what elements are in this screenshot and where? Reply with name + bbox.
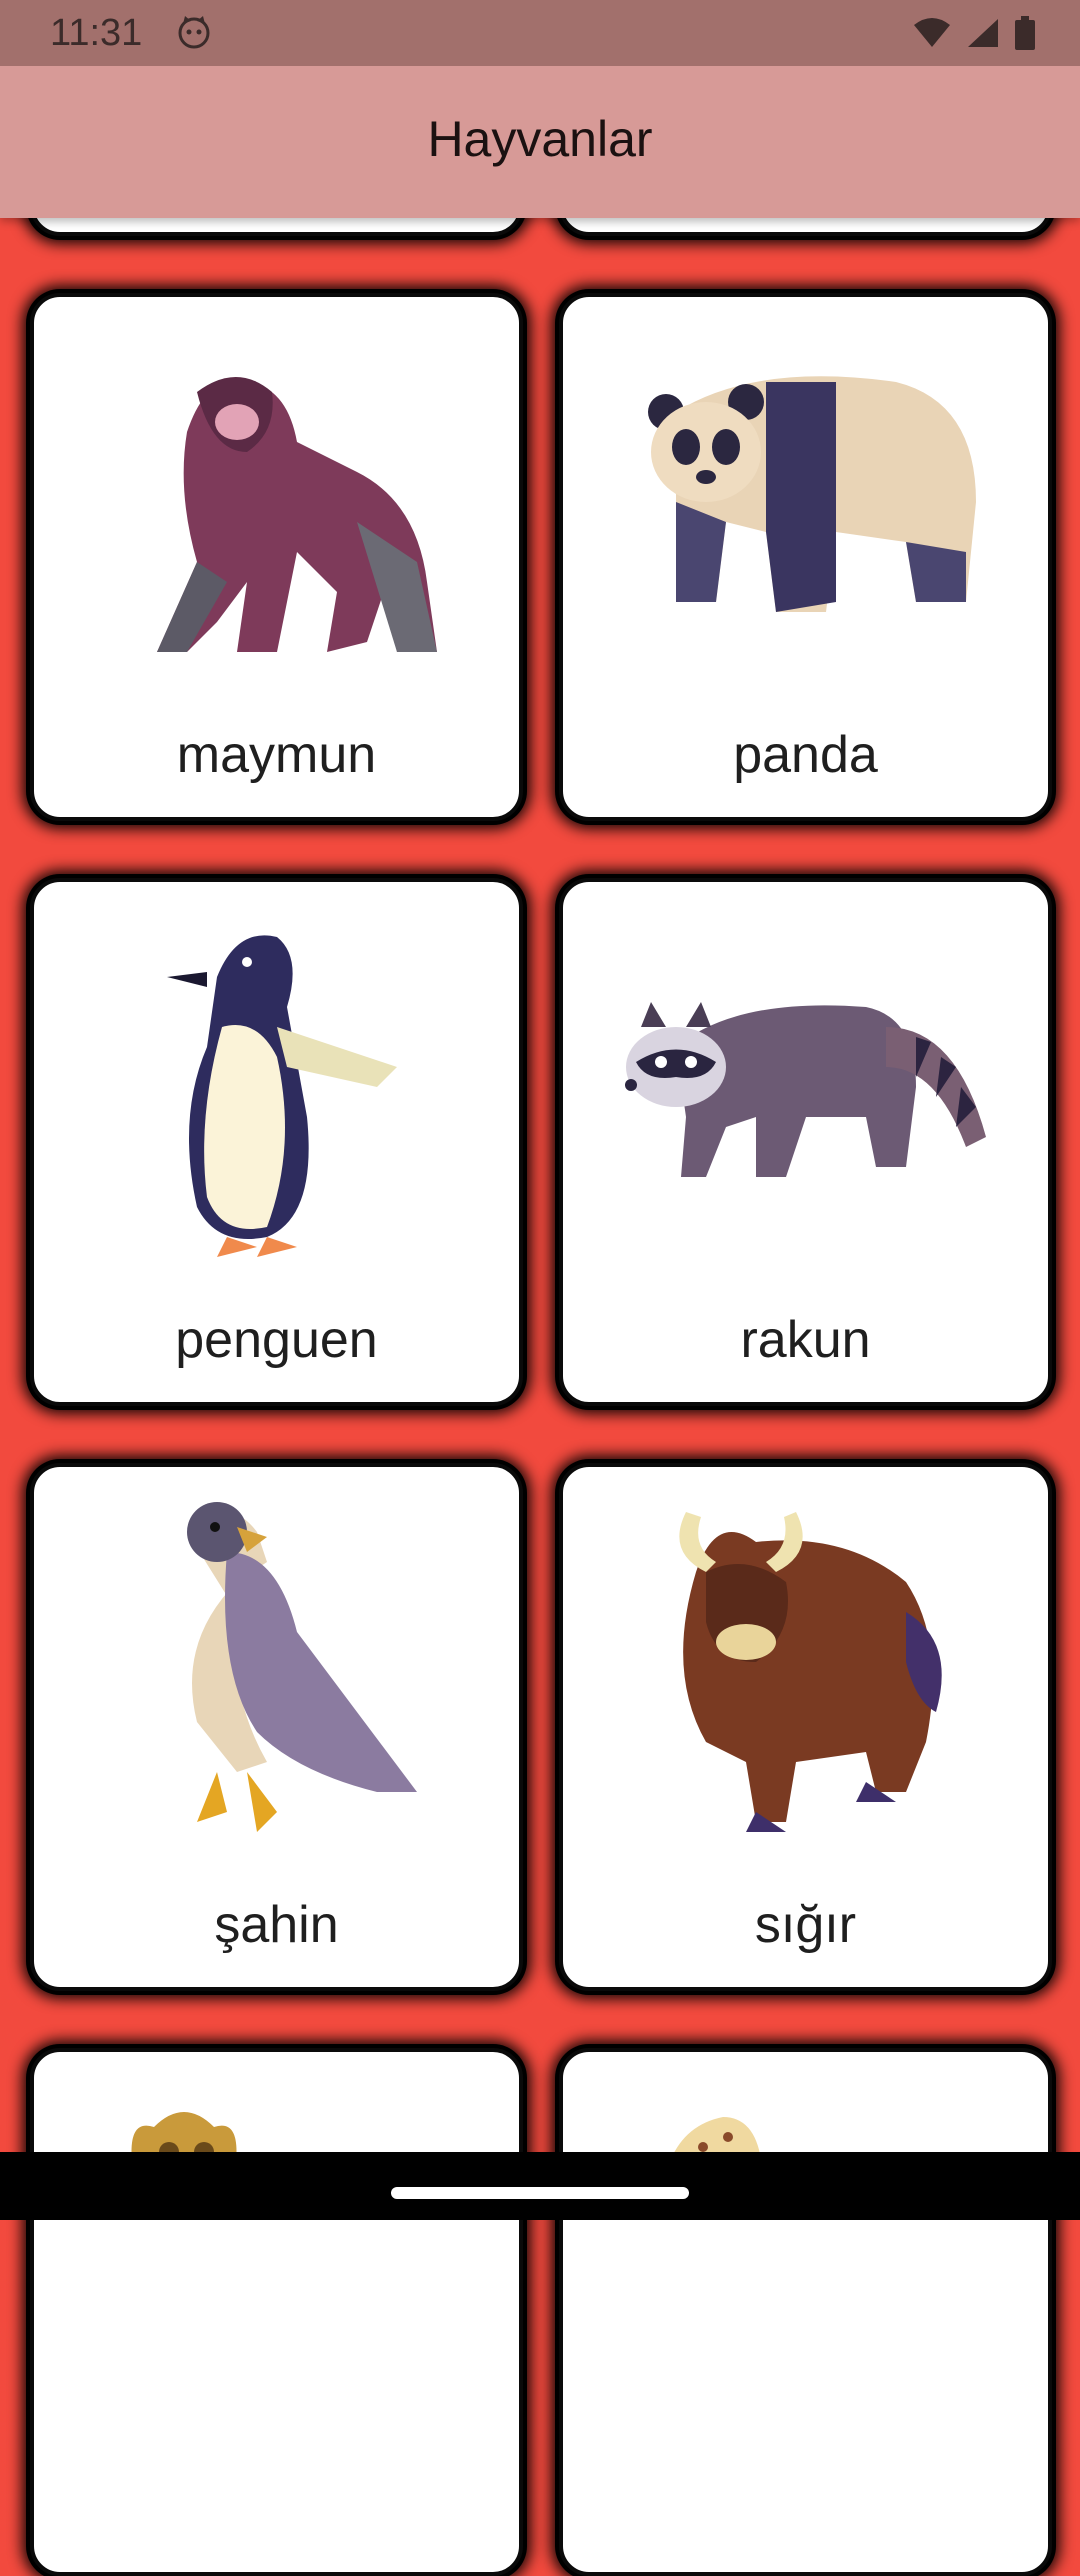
- animal-card[interactable]: penguen: [30, 878, 523, 1406]
- page-title: Hayvanlar: [427, 111, 653, 167]
- wifi-icon: [914, 18, 950, 47]
- animal-grid: maymun panda penguen rakun şahin sığır: [0, 0, 1080, 2576]
- cat-face-icon: [178, 16, 210, 49]
- animal-label: rakun: [740, 1311, 871, 1369]
- animal-label: şahin: [214, 1896, 339, 1954]
- animal-card[interactable]: sığır: [559, 1463, 1052, 1991]
- animal-card[interactable]: rakun: [559, 878, 1052, 1406]
- signal-icon: [968, 19, 998, 47]
- battery-icon: [1015, 16, 1035, 50]
- animal-card-partial-bottom-left[interactable]: [30, 2048, 523, 2576]
- animal-label: penguen: [175, 1311, 378, 1369]
- gorilla-icon: [156, 377, 437, 652]
- navigation-bar: [0, 2152, 1080, 2220]
- status-time: 11:31: [50, 12, 143, 54]
- animal-card[interactable]: şahin: [30, 1463, 523, 1991]
- animal-card[interactable]: maymun: [30, 293, 523, 821]
- raccoon-icon: [624, 1002, 986, 1177]
- animal-card-partial-bottom-right[interactable]: [559, 2048, 1052, 2576]
- falcon-icon: [186, 1502, 417, 1832]
- animal-label: sığır: [754, 1896, 857, 1954]
- animal-card[interactable]: panda: [559, 293, 1052, 821]
- animal-label: maymun: [176, 726, 377, 784]
- penguin-icon: [166, 935, 397, 1257]
- animal-label: panda: [733, 726, 878, 784]
- panda-icon: [647, 376, 976, 612]
- app-bar: Hayvanlar: [0, 66, 1080, 218]
- home-gesture-handle[interactable]: [391, 2187, 689, 2199]
- status-bar: 11:31: [0, 0, 1080, 66]
- yak-icon: [678, 1512, 942, 1832]
